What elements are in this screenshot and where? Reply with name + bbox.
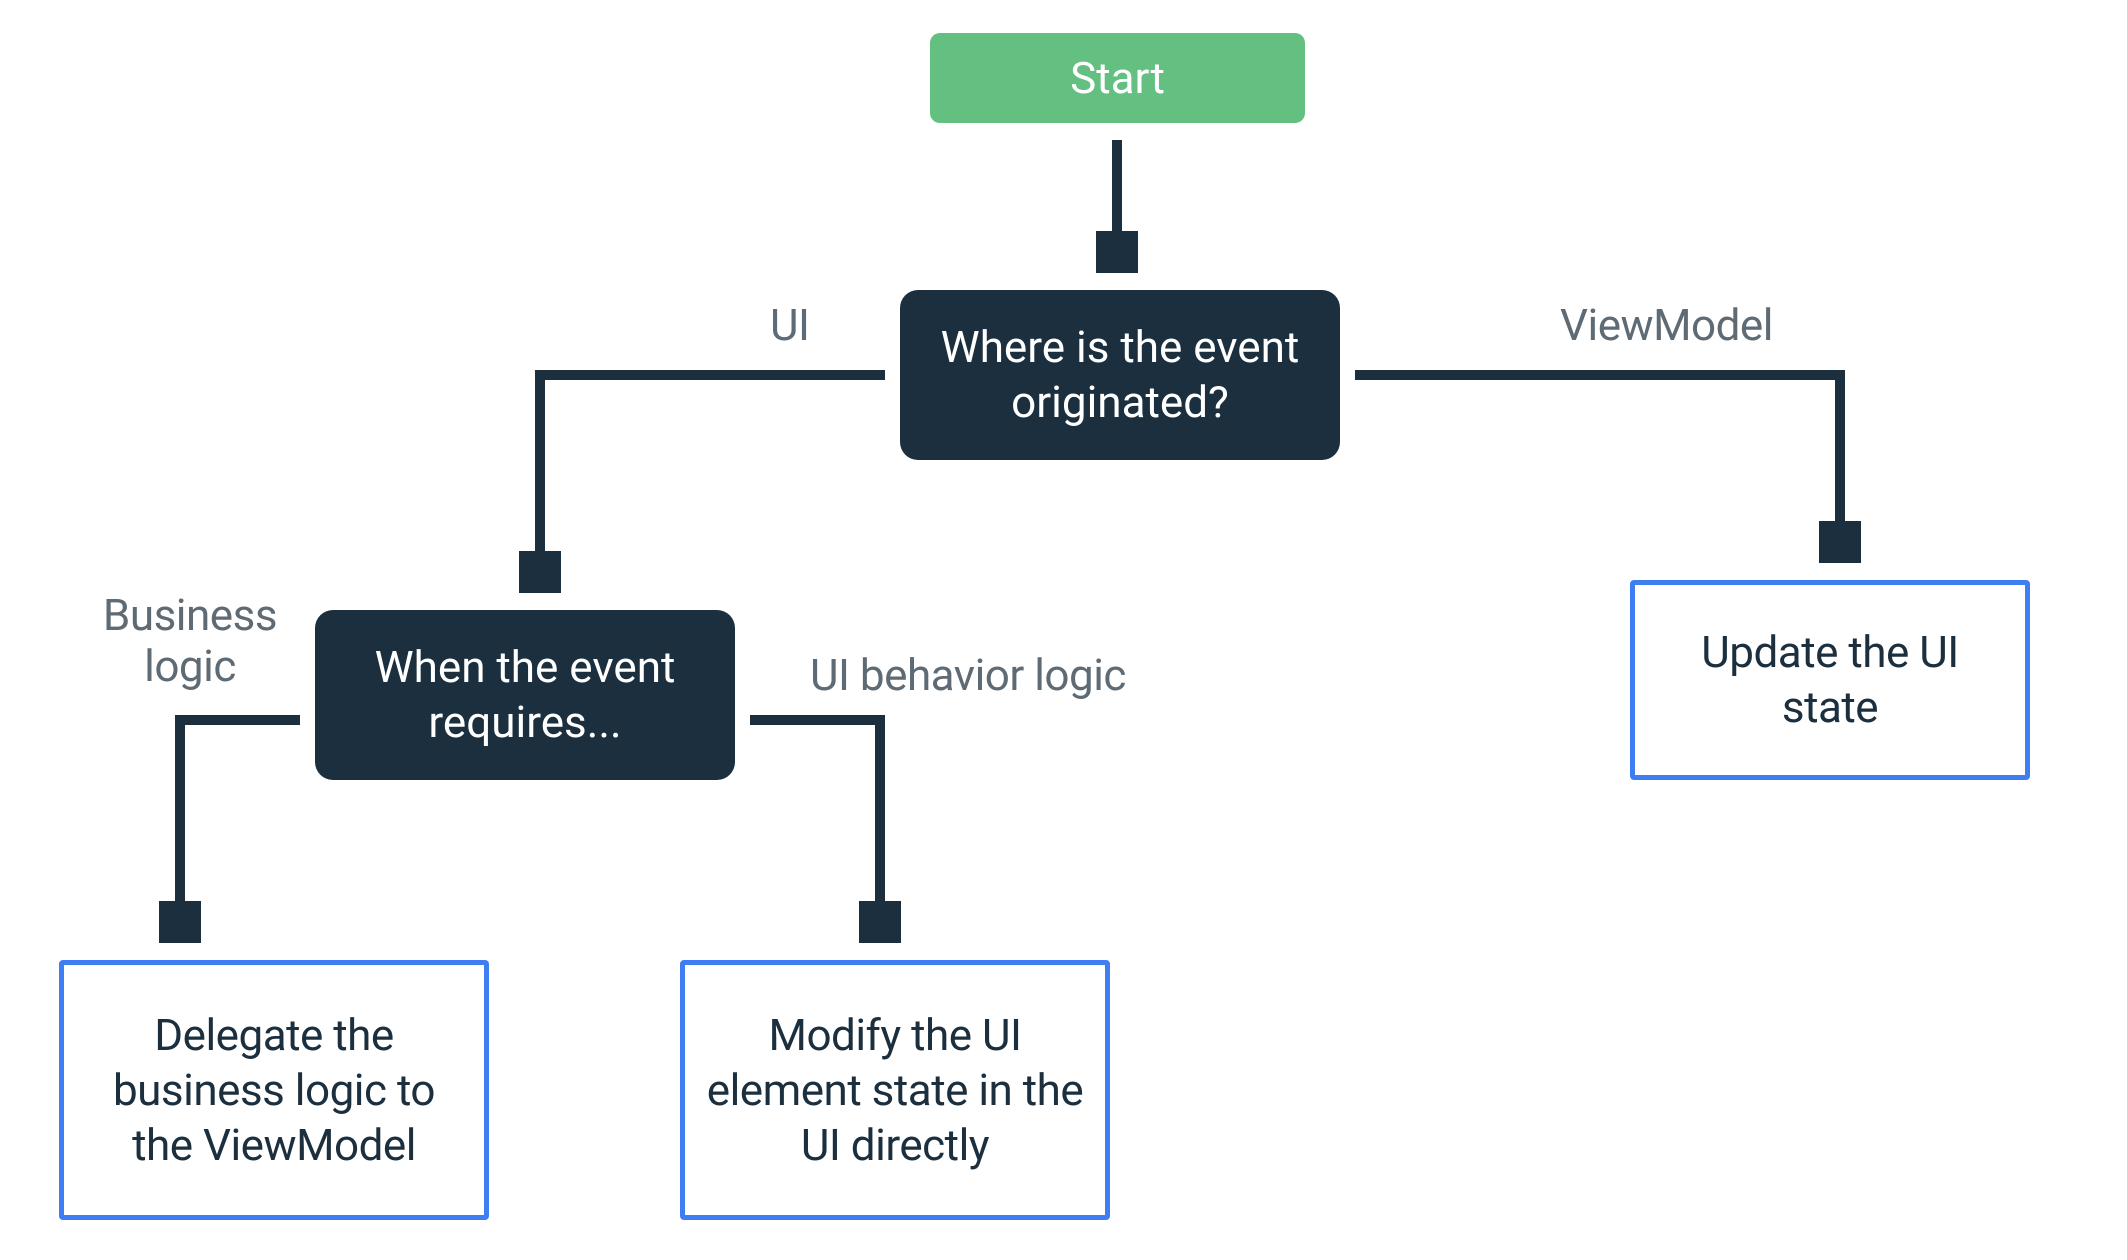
edge-label-ui-behavior-logic: UI behavior logic [810,650,1126,701]
result-modify-ui-directly: Modify the UI element state in the UI di… [680,960,1110,1220]
decision-event-requires: When the event requires... [315,610,735,780]
start-node: Start [930,33,1305,123]
arrow-decision1-to-decision2 [540,375,885,575]
result-delegate-viewmodel: Delegate the business logic to the ViewM… [59,960,489,1220]
edge-label-viewmodel: ViewModel [1560,300,1773,351]
edge-label-business-logic: Business logic [75,590,305,691]
result-update-ui-state: Update the UI state [1630,580,2030,780]
flowchart-canvas: Start Where is the event originated? Whe… [0,0,2127,1260]
arrow-decision1-to-update [1355,375,1840,545]
arrow-decision2-to-delegate [180,720,300,925]
edge-label-ui: UI [770,300,810,351]
decision-event-origin: Where is the event originated? [900,290,1340,460]
arrow-decision2-to-modify [750,720,880,925]
